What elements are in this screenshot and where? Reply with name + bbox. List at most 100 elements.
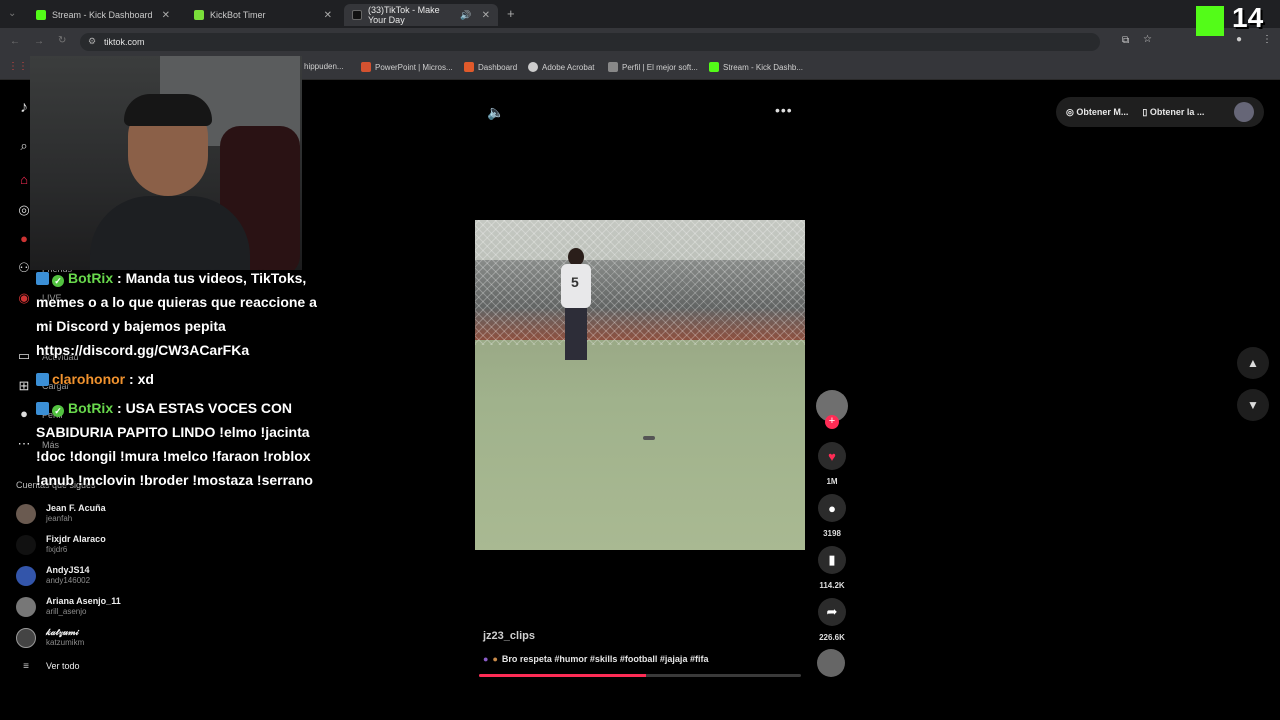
bookmark-item[interactable]: hippuden... xyxy=(304,62,344,71)
video-caption: ● ● Bro respeta #humor #skills #football … xyxy=(483,654,708,664)
viewer-count: 14 xyxy=(1232,2,1264,33)
chat-text: : xd xyxy=(129,371,154,387)
acrobat-icon xyxy=(528,62,538,72)
music-disc-avatar[interactable] xyxy=(817,649,845,677)
url-text: tiktok.com xyxy=(104,37,145,47)
sub-badge-icon xyxy=(36,373,49,386)
forward-icon[interactable]: → xyxy=(34,36,44,47)
chat-username: clarohonor xyxy=(52,371,126,387)
avatar xyxy=(16,565,36,586)
messages-icon[interactable]: ▭ xyxy=(16,348,32,364)
see-all-label: Ver todo xyxy=(46,661,80,671)
bookmark-star-icon[interactable]: ☆ xyxy=(1143,34,1152,45)
following-account[interactable]: AndyJS14 andy146002 xyxy=(16,565,90,586)
save-count: 114.2K xyxy=(819,581,845,590)
comment-button[interactable]: ● xyxy=(818,494,846,522)
heart-icon: ♥ xyxy=(828,448,836,464)
site-icon xyxy=(608,62,618,72)
follow-plus-icon[interactable]: + xyxy=(825,415,839,429)
ball xyxy=(643,436,655,440)
close-tab-icon[interactable]: ✕ xyxy=(162,10,170,21)
volume-icon[interactable]: 🔈 xyxy=(487,104,504,121)
get-coins-button[interactable]: ◎ Obtener M... xyxy=(1066,107,1128,118)
account-handle: arill_asenjo xyxy=(46,607,87,616)
webcam-overlay xyxy=(30,56,302,270)
bookmark-item[interactable]: Dashboard xyxy=(464,62,517,72)
chevron-up-icon: ▲ xyxy=(1247,356,1259,370)
like-button[interactable]: ♥ xyxy=(818,442,846,470)
account-name: Ariana Asenjo_11 xyxy=(46,596,121,606)
bookmark-item[interactable]: Perfil | El mejor soft... xyxy=(608,62,698,72)
account-name: Fixjdr Alaraco xyxy=(46,534,106,544)
phone-icon: ▯ xyxy=(1142,106,1148,117)
share-icon: ➦ xyxy=(826,604,838,619)
avatar xyxy=(16,627,36,648)
see-all-link[interactable]: ≡ Ver todo xyxy=(16,661,80,672)
reload-icon[interactable]: ↻ xyxy=(58,35,66,46)
kickbot-favicon-icon xyxy=(194,10,204,20)
close-tab-icon[interactable]: ✕ xyxy=(324,10,332,21)
sub-badge-icon xyxy=(36,272,49,285)
audio-playing-icon[interactable]: 🔊 xyxy=(460,10,471,21)
following-account[interactable]: Ariana Asenjo_11 arill_asenjo xyxy=(16,596,121,617)
video-progress-bar[interactable] xyxy=(479,674,801,677)
share-button[interactable]: ➦ xyxy=(818,598,846,626)
bookmark-label: hippuden... xyxy=(304,62,344,71)
video-player[interactable]: 5 xyxy=(475,220,805,550)
bookmark-label: PowerPoint | Micros... xyxy=(375,62,453,72)
following-account[interactable]: Jean F. Acuña jeanfah xyxy=(16,503,106,524)
get-app-button[interactable]: ▯ Obtener la ... xyxy=(1142,107,1204,118)
new-tab-icon[interactable]: + xyxy=(507,6,515,21)
bookmark-item[interactable]: Adobe Acrobat xyxy=(528,62,594,72)
jersey-number: 5 xyxy=(571,274,579,290)
share-count: 226.6K xyxy=(819,633,845,642)
bookmark-label: Dashboard xyxy=(478,62,518,72)
kick-favicon-icon xyxy=(36,10,46,20)
save-button[interactable]: ▮ xyxy=(818,546,846,574)
sub-badge-icon xyxy=(36,402,49,415)
next-video-button[interactable]: ▼ xyxy=(1237,389,1269,421)
site-info-icon[interactable]: ⚙ xyxy=(88,36,96,47)
comment-icon: ● xyxy=(828,500,836,516)
progress-fill xyxy=(479,674,647,677)
user-avatar[interactable] xyxy=(1234,102,1254,122)
tab-kickbot-timer[interactable]: KickBot Timer ✕ xyxy=(186,4,340,26)
profile-icon[interactable]: ● xyxy=(1236,34,1242,45)
apps-icon[interactable]: ⋮⋮ xyxy=(8,61,28,72)
emoji-icon: ● xyxy=(483,654,489,664)
menu-icon[interactable]: ⋮ xyxy=(1262,34,1272,45)
verified-icon: ✓ xyxy=(52,275,64,287)
bookmark-item[interactable]: PowerPoint | Micros... xyxy=(361,62,453,72)
following-account[interactable]: 𝓀𝒶𝓉𝓏𝓊𝓂𝒾 katzumikm xyxy=(16,627,84,648)
address-bar[interactable]: ⚙ tiktok.com xyxy=(80,33,1100,51)
video-author-username[interactable]: jz23_clips xyxy=(483,630,535,642)
account-name: Jean F. Acuña xyxy=(46,503,106,513)
bookmark-label: Perfil | El mejor soft... xyxy=(622,62,698,72)
back-icon[interactable]: ← xyxy=(10,36,20,47)
profile-icon[interactable]: ● xyxy=(16,406,32,422)
previous-video-button[interactable]: ▲ xyxy=(1237,347,1269,379)
tab-tiktok[interactable]: (33)TikTok - Make Your Day 🔊 ✕ xyxy=(344,4,498,26)
dashboard-icon xyxy=(464,62,474,72)
tab-list-icon[interactable]: ⌄ xyxy=(8,8,16,19)
chevron-down-icon: ▼ xyxy=(1247,398,1259,412)
more-icon[interactable]: ⋯ xyxy=(16,436,32,452)
browser-tab-bar: ⌄ Stream - Kick Dashboard ✕ KickBot Time… xyxy=(0,0,1280,28)
account-handle: andy146002 xyxy=(46,576,91,585)
bookmark-icon: ▮ xyxy=(828,552,836,567)
powerpoint-icon xyxy=(361,62,371,72)
kick-icon xyxy=(709,62,719,72)
bookmark-label: Stream - Kick Dashb... xyxy=(723,62,804,72)
live-icon[interactable]: ◉ xyxy=(16,290,32,306)
upload-icon[interactable]: ⊞ xyxy=(16,378,32,394)
close-tab-icon[interactable]: ✕ xyxy=(482,10,490,21)
list-icon: ≡ xyxy=(23,661,29,672)
following-account[interactable]: Fixjdr Alaraco fixjdr6 xyxy=(16,534,106,555)
more-options-icon[interactable]: ••• xyxy=(775,102,793,118)
coin-icon: ◎ xyxy=(1066,106,1074,117)
bookmark-item[interactable]: Stream - Kick Dashb... xyxy=(709,62,803,72)
tab-kick-dashboard[interactable]: Stream - Kick Dashboard ✕ xyxy=(28,4,178,26)
account-handle: fixjdr6 xyxy=(46,545,68,554)
avatar xyxy=(16,503,36,524)
cast-icon[interactable]: ⧉ xyxy=(1122,35,1129,46)
